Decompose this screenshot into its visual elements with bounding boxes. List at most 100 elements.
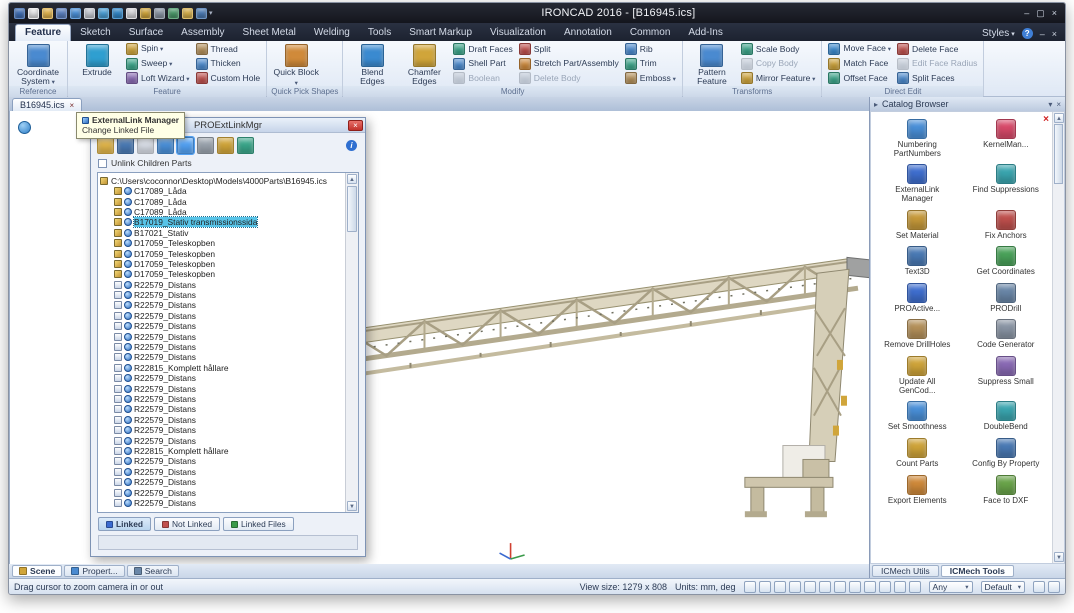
linked-parts-tree[interactable]: C:\Users\coconnor\Desktop\Models\4000Par… (97, 172, 359, 513)
tree-item[interactable]: R22579_Distans (100, 300, 345, 310)
info-icon[interactable] (346, 140, 357, 151)
ribbon-button[interactable]: Rib (622, 42, 679, 57)
zoom-out-icon[interactable] (774, 581, 786, 593)
scroll-down-icon[interactable] (347, 501, 357, 511)
scroll-up-icon[interactable] (347, 174, 357, 184)
catalog-item[interactable]: PRODrill (962, 283, 1051, 314)
shadow-icon[interactable] (894, 581, 906, 593)
ribbon-tab[interactable]: Tools (359, 25, 400, 41)
ribbon-button[interactable]: Thread (193, 42, 264, 57)
tab-close-icon[interactable]: × (70, 101, 75, 110)
paste-icon[interactable] (140, 8, 151, 19)
ribbon-button[interactable]: Offset Face (825, 71, 894, 86)
catalog-item[interactable]: Update All GenCod... (873, 356, 962, 395)
tree-item[interactable]: R22579_Distans (100, 477, 345, 487)
ribbon-button[interactable]: Extrude (71, 42, 123, 86)
ribbon-button[interactable]: Loft Wizard (123, 71, 193, 86)
open-linked-file-icon[interactable] (97, 137, 114, 154)
zoom-window-icon[interactable] (789, 581, 801, 593)
link-report-icon[interactable] (137, 137, 154, 154)
ribbon-button[interactable]: Delete Face (894, 42, 980, 57)
ribbon-tab[interactable]: Common (621, 25, 680, 41)
save-icon[interactable] (56, 8, 67, 19)
tree-item[interactable]: R22579_Distans (100, 311, 345, 321)
ribbon-button[interactable]: Boolean (450, 71, 515, 86)
ribbon-button[interactable]: Custom Hole (193, 71, 264, 86)
settings-icon[interactable] (182, 8, 193, 19)
styles-dropdown[interactable]: Styles (982, 28, 1015, 39)
tree-item[interactable]: C17089_Låda (100, 207, 345, 217)
ribbon-button[interactable]: Move Face (825, 42, 894, 57)
catalog-scrollbar[interactable] (1052, 112, 1064, 563)
selection-filter-select[interactable]: Any (929, 581, 973, 593)
ribbon-tab[interactable]: Annotation (555, 25, 621, 41)
tree-item[interactable]: R22579_Distans (100, 435, 345, 445)
copy-icon[interactable] (126, 8, 137, 19)
ribbon-tab[interactable]: Sheet Metal (234, 25, 305, 41)
ribbon-tab[interactable]: Feature (15, 24, 71, 41)
catalog-item[interactable]: ExternalLink Manager (873, 164, 962, 203)
tree-item[interactable]: C17089_Låda (100, 186, 345, 196)
ribbon-button[interactable]: Quick Block (270, 42, 322, 86)
ribbon-button[interactable]: Thicken (193, 57, 264, 72)
edit-link-icon[interactable] (117, 137, 134, 154)
ribbon-button[interactable]: Shell Part (450, 57, 515, 72)
render-mode-icon[interactable] (864, 581, 876, 593)
catalog-item[interactable]: Get Coordinates (962, 246, 1051, 277)
catalog-item[interactable]: Numbering PartNumbers (873, 119, 962, 158)
tree-item[interactable]: R22579_Distans (100, 404, 345, 414)
tree-item[interactable]: D17059_Teleskopben (100, 269, 345, 279)
tree-item[interactable]: R22579_Distans (100, 394, 345, 404)
dialog-tab[interactable]: Not Linked (154, 517, 220, 531)
zoom-in-icon[interactable] (759, 581, 771, 593)
look-at-icon[interactable] (834, 581, 846, 593)
wireframe-icon[interactable] (879, 581, 891, 593)
camera-icon[interactable] (154, 8, 165, 19)
dialog-close-button[interactable] (348, 120, 363, 131)
import-links-icon[interactable] (237, 137, 254, 154)
perspective-icon[interactable] (909, 581, 921, 593)
close-button[interactable]: × (1052, 8, 1057, 19)
scroll-thumb[interactable] (1054, 124, 1063, 184)
tree-scrollbar[interactable] (345, 173, 358, 512)
ribbon-tab[interactable]: Sketch (71, 25, 120, 41)
render-icon[interactable] (168, 8, 179, 19)
minimize-ribbon-icon[interactable]: – (1040, 29, 1045, 39)
dialog-tab[interactable]: Linked (98, 517, 151, 531)
tree-item[interactable]: R22579_Distans (100, 456, 345, 466)
scene-tab[interactable]: Scene (12, 565, 62, 577)
change-linked-file-icon[interactable] (177, 137, 194, 154)
catalog-item[interactable]: DoubleBend (962, 401, 1051, 432)
magnifier-small-icon[interactable] (1048, 581, 1060, 593)
tree-item[interactable]: C17089_Låda (100, 196, 345, 206)
ribbon-button[interactable]: Scale Body (738, 42, 819, 57)
scroll-up-icon[interactable] (1054, 113, 1064, 123)
ribbon-tab[interactable]: Welding (305, 25, 359, 41)
catalog-item[interactable]: Config By Property (962, 438, 1051, 469)
undo-icon[interactable] (98, 8, 109, 19)
ribbon-button[interactable]: Draft Faces (450, 42, 515, 57)
tree-item[interactable]: B17019_Stativ transmissionssida (100, 217, 345, 227)
tree-item[interactable]: R22815_Komplett hållare (100, 363, 345, 373)
tree-item[interactable]: R22579_Distans (100, 321, 345, 331)
close-document-icon[interactable]: × (1052, 29, 1057, 39)
camera-properties-icon[interactable] (849, 581, 861, 593)
tree-item[interactable]: R22579_Distans (100, 352, 345, 362)
ribbon-tab[interactable]: Smart Markup (400, 25, 481, 41)
app-logo-icon[interactable] (14, 8, 25, 19)
orbit-icon[interactable] (819, 581, 831, 593)
document-tab[interactable]: B16945.ics × (12, 98, 82, 111)
ribbon-button[interactable]: Match Face (825, 57, 894, 72)
scene-tab[interactable]: Propert... (64, 565, 124, 577)
new-scene-icon[interactable] (28, 8, 39, 19)
tree-root-item[interactable]: C:\Users\coconnor\Desktop\Models\4000Par… (100, 175, 345, 186)
unlink-children-checkbox[interactable] (98, 159, 107, 168)
open-icon[interactable] (42, 8, 53, 19)
tree-item[interactable]: R22579_Distans (100, 331, 345, 341)
scroll-down-icon[interactable] (1054, 552, 1064, 562)
ribbon-tab[interactable]: Visualization (481, 25, 555, 41)
redo-icon[interactable] (112, 8, 123, 19)
minimize-button[interactable]: – (1024, 8, 1029, 19)
ribbon-button[interactable]: Blend Edges (346, 42, 398, 86)
viewport-navigation-icon[interactable] (18, 121, 31, 134)
